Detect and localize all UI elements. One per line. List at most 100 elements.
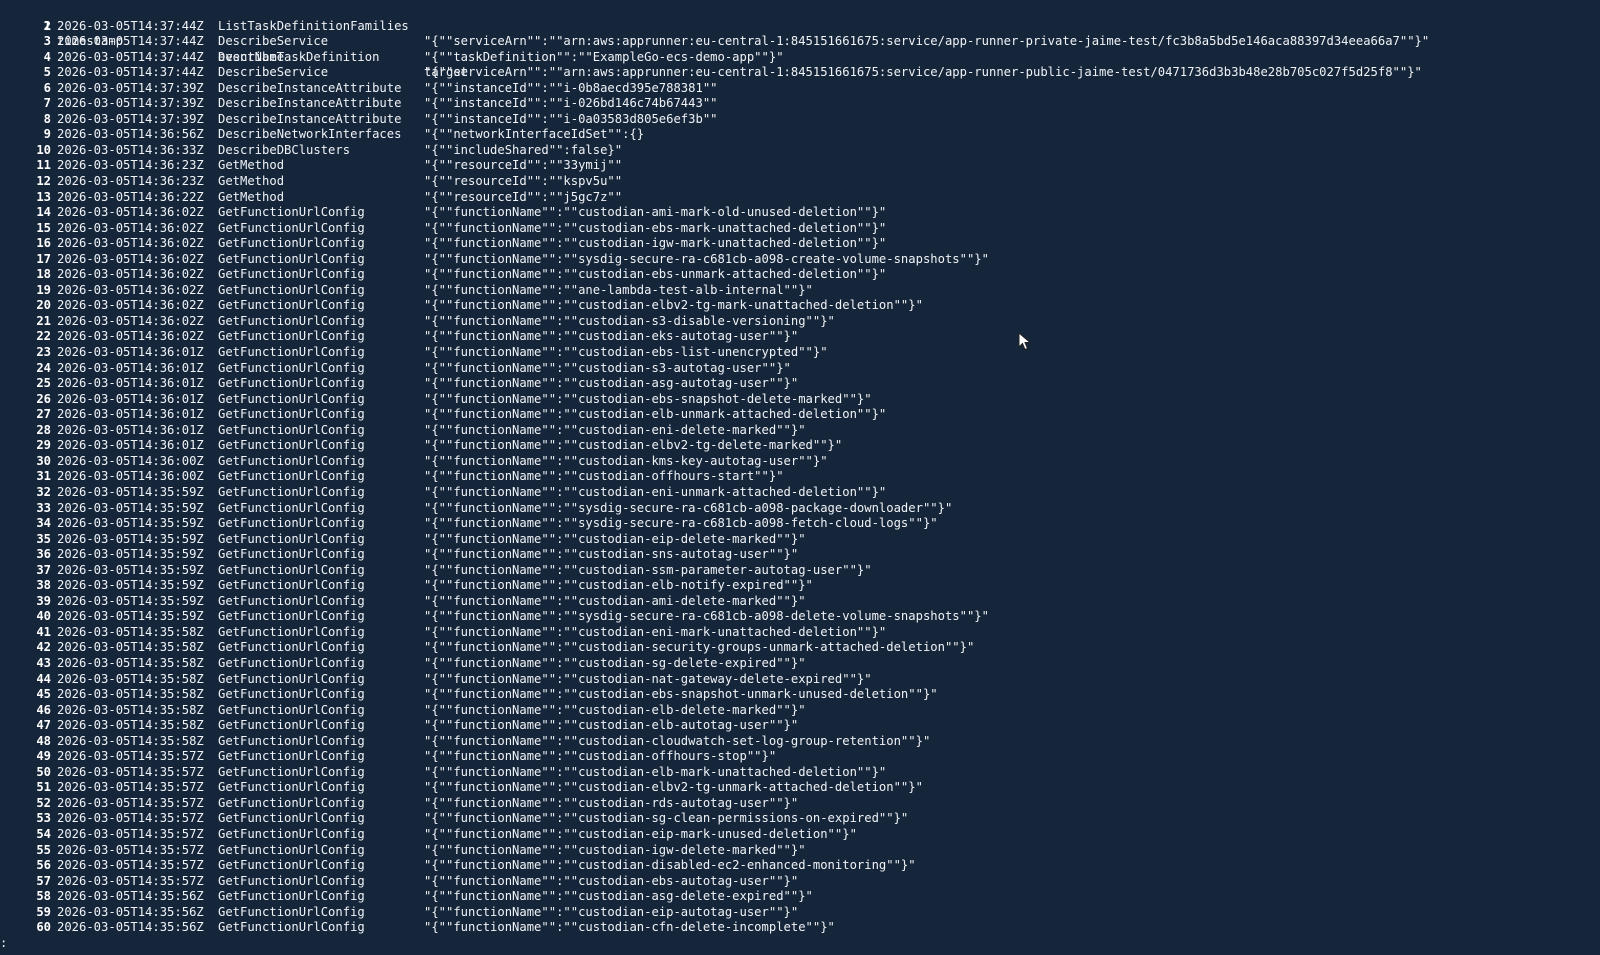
event-name-cell: GetFunctionUrlConfig	[218, 811, 365, 826]
target-cell: "{""functionName"":""custodian-cloudwatc…	[424, 733, 931, 748]
target-cell: "{""functionName"":""custodian-offhours-…	[424, 469, 784, 484]
line-number: 9	[43, 127, 51, 142]
event-name-cell: GetMethod	[218, 158, 285, 173]
line-number: 47	[36, 718, 51, 733]
timestamp-cell: 2026-03-05T14:35:58Z	[57, 671, 204, 686]
timestamp-cell: 2026-03-05T14:35:59Z	[57, 500, 204, 515]
table-row: 7 2026-03-05T14:37:39Z DescribeInstanceAtt…	[0, 96, 1600, 112]
target-cell: "{""functionName"":""custodian-s3-disabl…	[424, 313, 835, 328]
timestamp-cell: 2026-03-05T14:35:57Z	[57, 858, 204, 873]
line-number: 21	[36, 313, 51, 328]
line-number: 19	[36, 282, 51, 297]
target-cell: "{""functionName"":""custodian-s3-autota…	[424, 360, 791, 375]
event-name-cell: GetFunctionUrlConfig	[218, 593, 365, 608]
event-name-cell: GetFunctionUrlConfig	[218, 220, 365, 235]
line-number: 13	[36, 189, 51, 204]
target-cell: "{""serviceArn"":""arn:aws:apprunner:eu-…	[424, 34, 1430, 49]
target-cell: "{""functionName"":""custodian-eip-delet…	[424, 531, 806, 546]
target-cell: "{""instanceId"":""i-0b8aecd395e788381""	[424, 80, 718, 95]
line-number: 18	[36, 267, 51, 282]
table-row: 24 2026-03-05T14:36:01Z GetFunctionUrlConf…	[0, 361, 1600, 377]
timestamp-cell: 2026-03-05T14:36:02Z	[57, 236, 204, 251]
line-number: 59	[36, 904, 51, 919]
target-cell: "{""functionName"":""custodian-ebs-snaps…	[424, 391, 872, 406]
target-cell: "{""functionName"":""sysdig-secure-ra-c6…	[424, 516, 938, 531]
line-number: 31	[36, 469, 51, 484]
event-name-cell: DescribeService	[218, 65, 329, 80]
target-cell: "{""networkInterfaceIdSet"":{}	[424, 127, 645, 142]
target-cell: "{""functionName"":""custodian-sg-clean-…	[424, 811, 909, 826]
line-number: 7	[43, 96, 51, 111]
timestamp-cell: 2026-03-05T14:36:02Z	[57, 220, 204, 235]
event-name-cell: GetFunctionUrlConfig	[218, 345, 365, 360]
event-name-cell: GetFunctionUrlConfig	[218, 360, 365, 375]
table-row: 29 2026-03-05T14:36:01Z GetFunctionUrlConf…	[0, 438, 1600, 454]
line-number: 51	[36, 780, 51, 795]
target-cell: "{""functionName"":""custodian-ami-mark-…	[424, 205, 887, 220]
table-row: 43 2026-03-05T14:35:58Z GetFunctionUrlConf…	[0, 656, 1600, 672]
event-name-cell: GetMethod	[218, 189, 285, 204]
pager-prompt[interactable]: :	[0, 936, 7, 951]
line-number: 8	[43, 111, 51, 126]
line-number: 44	[36, 671, 51, 686]
line-number: 22	[36, 329, 51, 344]
target-cell: "{""includeShared"":false}"	[424, 142, 623, 157]
event-name-cell: GetFunctionUrlConfig	[218, 282, 365, 297]
target-cell: "{""functionName"":""sysdig-secure-ra-c6…	[424, 251, 989, 266]
timestamp-cell: 2026-03-05T14:35:58Z	[57, 718, 204, 733]
line-number: 39	[36, 593, 51, 608]
line-number: 36	[36, 547, 51, 562]
event-name-cell: GetFunctionUrlConfig	[218, 313, 365, 328]
target-cell: "{""functionName"":""custodian-eni-unmar…	[424, 484, 887, 499]
line-number: 53	[36, 811, 51, 826]
timestamp-cell: 2026-03-05T14:36:01Z	[57, 360, 204, 375]
table-row: 56 2026-03-05T14:35:57Z GetFunctionUrlConf…	[0, 858, 1600, 874]
target-cell: "{""functionName"":""custodian-elbv2-tg-…	[424, 438, 843, 453]
line-number: 60	[36, 920, 51, 935]
line-number: 20	[36, 298, 51, 313]
table-row: 5 2026-03-05T14:37:44Z DescribeService "{""…	[0, 65, 1600, 81]
table-row: 9 2026-03-05T14:36:56Z DescribeNetworkInte…	[0, 127, 1600, 143]
target-cell: "{""functionName"":""custodian-elbv2-tg-…	[424, 298, 923, 313]
target-cell: "{""functionName"":""custodian-elb-autot…	[424, 718, 799, 733]
timestamp-cell: 2026-03-05T14:36:02Z	[57, 251, 204, 266]
target-cell: "{""functionName"":""custodian-security-…	[424, 640, 975, 655]
target-cell: "{""resourceId"":""j5gc7z""	[424, 189, 623, 204]
event-name-cell: GetFunctionUrlConfig	[218, 873, 365, 888]
timestamp-cell: 2026-03-05T14:35:59Z	[57, 547, 204, 562]
line-number: 35	[36, 531, 51, 546]
event-name-cell: GetFunctionUrlConfig	[218, 718, 365, 733]
table-row: 25 2026-03-05T14:36:01Z GetFunctionUrlConf…	[0, 376, 1600, 392]
table-row: 23 2026-03-05T14:36:01Z GetFunctionUrlConf…	[0, 345, 1600, 361]
header-row: 1 timestamp eventName target	[0, 3, 1600, 80]
line-number: 27	[36, 407, 51, 422]
line-number: 3	[43, 34, 51, 49]
event-name-cell: GetFunctionUrlConfig	[218, 687, 365, 702]
line-number: 38	[36, 578, 51, 593]
table-row: 50 2026-03-05T14:35:57Z GetFunctionUrlConf…	[0, 765, 1600, 781]
line-number: 23	[36, 345, 51, 360]
table-row: 59 2026-03-05T14:35:56Z GetFunctionUrlConf…	[0, 905, 1600, 921]
line-number: 52	[36, 795, 51, 810]
target-cell: "{""functionName"":""custodian-eip-mark-…	[424, 826, 857, 841]
target-cell: "{""resourceId"":""33ymij""	[424, 158, 623, 173]
timestamp-cell: 2026-03-05T14:36:02Z	[57, 298, 204, 313]
line-number: 17	[36, 251, 51, 266]
target-cell: "{""functionName"":""sysdig-secure-ra-c6…	[424, 609, 989, 624]
line-number: 12	[36, 174, 51, 189]
target-cell: "{""functionName"":""custodian-cfn-delet…	[424, 920, 835, 935]
target-cell: "{""functionName"":""custodian-ebs-unmar…	[424, 267, 887, 282]
table-row: 21 2026-03-05T14:36:02Z GetFunctionUrlConf…	[0, 314, 1600, 330]
table-row: 35 2026-03-05T14:35:59Z GetFunctionUrlConf…	[0, 532, 1600, 548]
timestamp-cell: 2026-03-05T14:35:57Z	[57, 842, 204, 857]
line-number: 58	[36, 889, 51, 904]
timestamp-cell: 2026-03-05T14:36:02Z	[57, 205, 204, 220]
table-row: 46 2026-03-05T14:35:58Z GetFunctionUrlConf…	[0, 703, 1600, 719]
event-name-cell: GetFunctionUrlConfig	[218, 655, 365, 670]
timestamp-cell: 2026-03-05T14:35:59Z	[57, 593, 204, 608]
target-cell: "{""taskDefinition"":""ExampleGo-ecs-dem…	[424, 49, 784, 64]
line-number: 34	[36, 516, 51, 531]
target-cell: "{""functionName"":""custodian-disabled-…	[424, 858, 916, 873]
event-name-cell: GetFunctionUrlConfig	[218, 780, 365, 795]
terminal-output[interactable]: 1 timestamp eventName target 2 2026-03-05…	[0, 3, 1600, 955]
